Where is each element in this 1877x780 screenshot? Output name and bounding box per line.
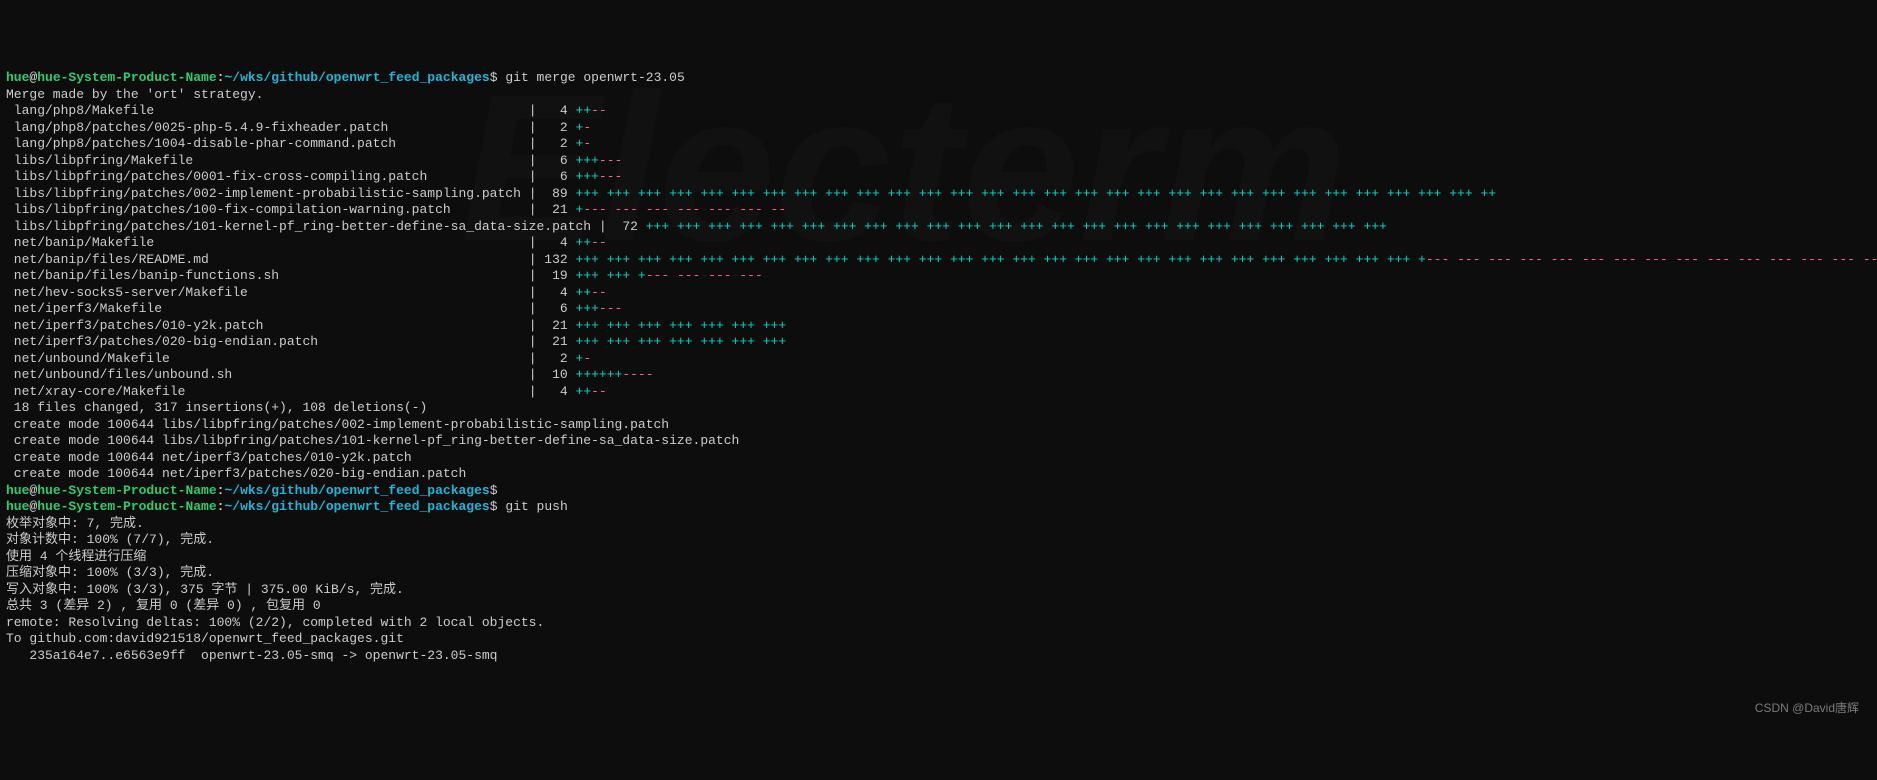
prompt-host: hue-System-Product-Name — [37, 499, 216, 514]
diffstat-file: net/banip/files/README.md — [6, 252, 521, 267]
diffstat-file: lang/php8/Makefile — [6, 103, 521, 118]
push-output-line: 压缩对象中: 100% (3/3), 完成. — [6, 565, 214, 580]
push-output-line: 235a164e7..e6563e9ff openwrt-23.05-smq -… — [6, 648, 497, 663]
create-mode-line: create mode 100644 net/iperf3/patches/02… — [6, 466, 466, 481]
command-text: git push — [505, 499, 567, 514]
prompt-host: hue-System-Product-Name — [37, 483, 216, 498]
diffstat-file: libs/libpfring/Makefile — [6, 153, 521, 168]
prompt-path: ~/wks/github/openwrt_feed_packages — [224, 483, 489, 498]
push-output-line: 对象计数中: 100% (7/7), 完成. — [6, 532, 214, 547]
diffstat-summary: 18 files changed, 317 insertions(+), 108… — [6, 400, 427, 415]
diffstat-file: net/iperf3/Makefile — [6, 301, 521, 316]
command-text: git merge openwrt-23.05 — [505, 70, 684, 85]
diffstat-file: libs/libpfring/patches/0001-fix-cross-co… — [6, 169, 521, 184]
push-output-line: 总共 3 (差异 2) , 复用 0 (差异 0) , 包复用 0 — [6, 598, 321, 613]
diffstat-file: libs/libpfring/patches/100-fix-compilati… — [6, 202, 521, 217]
push-output-line: 枚举对象中: 7, 完成. — [6, 516, 144, 531]
push-output-line: To github.com:david921518/openwrt_feed_p… — [6, 631, 404, 646]
create-mode-line: create mode 100644 libs/libpfring/patche… — [6, 433, 739, 448]
diffstat-file: net/banip/files/banip-functions.sh — [6, 268, 521, 283]
diffstat-file: net/unbound/Makefile — [6, 351, 521, 366]
diffstat-file: libs/libpfring/patches/002-implement-pro… — [6, 186, 521, 201]
prompt-dollar: $ — [490, 70, 498, 85]
diffstat-file: net/iperf3/patches/020-big-endian.patch — [6, 334, 521, 349]
diffstat-file: net/xray-core/Makefile — [6, 384, 521, 399]
diffstat-file: net/unbound/files/unbound.sh — [6, 367, 521, 382]
diffstat-file: net/banip/Makefile — [6, 235, 521, 250]
diffstat-file: net/hev-socks5-server/Makefile — [6, 285, 521, 300]
prompt-path: ~/wks/github/openwrt_feed_packages — [224, 499, 489, 514]
prompt-dollar: $ — [490, 483, 498, 498]
prompt-dollar: $ — [490, 499, 498, 514]
prompt-user: hue — [6, 499, 29, 514]
diffstat-file: lang/php8/patches/1004-disable-phar-comm… — [6, 136, 521, 151]
create-mode-line: create mode 100644 libs/libpfring/patche… — [6, 417, 669, 432]
merge-strategy-line: Merge made by the 'ort' strategy. — [6, 87, 263, 102]
csdn-watermark: CSDN @David唐辉 — [1755, 700, 1859, 717]
terminal-output[interactable]: hue@hue-System-Product-Name:~/wks/github… — [6, 70, 1871, 664]
push-output-line: 使用 4 个线程进行压缩 — [6, 549, 146, 564]
prompt-host: hue-System-Product-Name — [37, 70, 216, 85]
diffstat-file: net/iperf3/patches/010-y2k.patch — [6, 318, 521, 333]
push-output-line: remote: Resolving deltas: 100% (2/2), co… — [6, 615, 544, 630]
diffstat-file: libs/libpfring/patches/101-kernel-pf_rin… — [6, 219, 591, 234]
push-output-line: 写入对象中: 100% (3/3), 375 字节 | 375.00 KiB/s… — [6, 582, 404, 597]
diffstat-file: lang/php8/patches/0025-php-5.4.9-fixhead… — [6, 120, 521, 135]
prompt-path: ~/wks/github/openwrt_feed_packages — [224, 70, 489, 85]
create-mode-line: create mode 100644 net/iperf3/patches/01… — [6, 450, 412, 465]
prompt-user: hue — [6, 483, 29, 498]
prompt-user: hue — [6, 70, 29, 85]
